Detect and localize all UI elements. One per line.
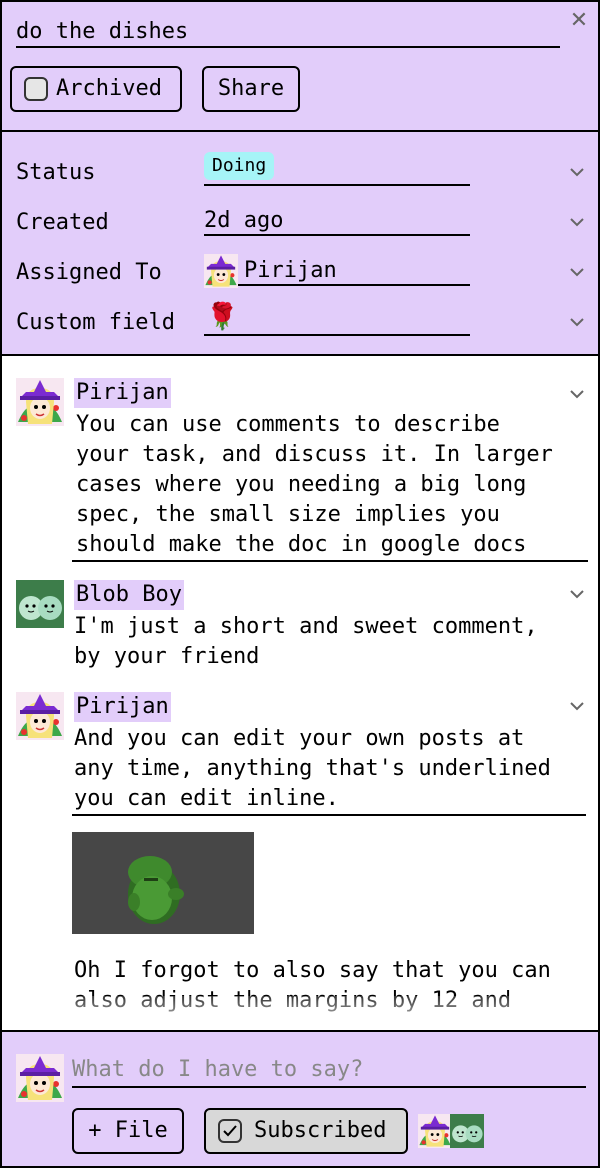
assigned-to-field[interactable]: Pirijan: [204, 256, 470, 286]
green-frog-image[interactable]: [72, 832, 254, 934]
comment-line: by your friend: [74, 644, 260, 669]
subscriber-avatars[interactable]: [418, 1114, 488, 1148]
comment-line[interactable]: any time, anything that's underlined: [74, 754, 551, 784]
frog-figure: [128, 856, 184, 924]
witch-avatar-icon: [204, 254, 238, 288]
status-chevron-down-icon[interactable]: [568, 166, 586, 178]
rose-icon: 🌹: [206, 302, 239, 332]
created-label: Created: [16, 210, 109, 235]
comment-line[interactable]: you can edit inline.: [72, 784, 586, 816]
task-header: do the dishes ✕ Archived Share: [2, 2, 598, 132]
witch-avatar-icon: [418, 1114, 452, 1148]
witch-avatar-icon: [16, 1054, 64, 1102]
task-title[interactable]: do the dishes: [16, 18, 560, 48]
comments-list: Pirijan You can use comments to describe…: [2, 356, 598, 1030]
archived-label: Archived: [56, 76, 162, 101]
subscribed-checkbox[interactable]: [218, 1119, 242, 1143]
blob-avatar-icon: [16, 580, 64, 628]
add-file-button[interactable]: + File: [72, 1108, 184, 1154]
comment-input[interactable]: [72, 1052, 586, 1088]
comment-composer: + File Subscribed: [2, 1030, 598, 1166]
comment-line[interactable]: spec, the small size implies you: [76, 500, 500, 530]
scroll-fade: [2, 996, 598, 1030]
custom-field-label: Custom field: [16, 310, 175, 335]
comment-author: Pirijan: [74, 378, 171, 408]
subscribed-button[interactable]: Subscribed: [204, 1108, 408, 1154]
status-field[interactable]: Doing: [204, 152, 470, 186]
share-button[interactable]: Share: [202, 66, 300, 112]
comment-author: Blob Boy: [74, 580, 184, 610]
custom-chevron-down-icon[interactable]: [568, 316, 586, 328]
comment-line[interactable]: And you can edit your own posts at: [74, 724, 524, 754]
witch-avatar-icon: [16, 378, 64, 426]
status-badge: Doing: [204, 152, 275, 180]
checkmark-icon: [223, 1125, 237, 1137]
close-icon[interactable]: ✕: [568, 10, 590, 32]
comment-menu-chevron-down-icon[interactable]: [568, 388, 586, 400]
custom-field-value[interactable]: 🌹: [204, 302, 470, 336]
archived-button[interactable]: Archived: [10, 66, 182, 112]
task-properties: Status Doing Created 2d ago Assigned To …: [2, 132, 598, 356]
comment-author: Pirijan: [74, 692, 171, 722]
task-card: do the dishes ✕ Archived Share Status Do…: [0, 0, 600, 1168]
comment-menu-chevron-down-icon[interactable]: [568, 700, 586, 712]
subscribed-label: Subscribed: [254, 1118, 387, 1143]
comment-line[interactable]: your task, and discuss it. In larger: [76, 440, 553, 470]
created-chevron-down-icon[interactable]: [568, 216, 586, 228]
comment-line[interactable]: You can use comments to describe: [76, 410, 500, 440]
archived-checkbox[interactable]: [24, 77, 48, 101]
blob-avatar-icon: [450, 1114, 484, 1148]
created-field[interactable]: 2d ago: [204, 206, 470, 236]
comment-menu-chevron-down-icon[interactable]: [568, 588, 586, 600]
comment-line[interactable]: cases where you needing a big long: [76, 470, 526, 500]
status-label: Status: [16, 160, 96, 185]
comment-line[interactable]: Oh I forgot to also say that you can: [74, 956, 551, 986]
witch-avatar-icon: [16, 692, 64, 740]
assignee-name: Pirijan: [244, 258, 337, 283]
comment-line[interactable]: should make the doc in google docs: [72, 530, 588, 562]
assigned-to-label: Assigned To: [16, 260, 162, 285]
comment-line: I'm just a short and sweet comment,: [74, 614, 538, 639]
assigned-chevron-down-icon[interactable]: [568, 266, 586, 278]
